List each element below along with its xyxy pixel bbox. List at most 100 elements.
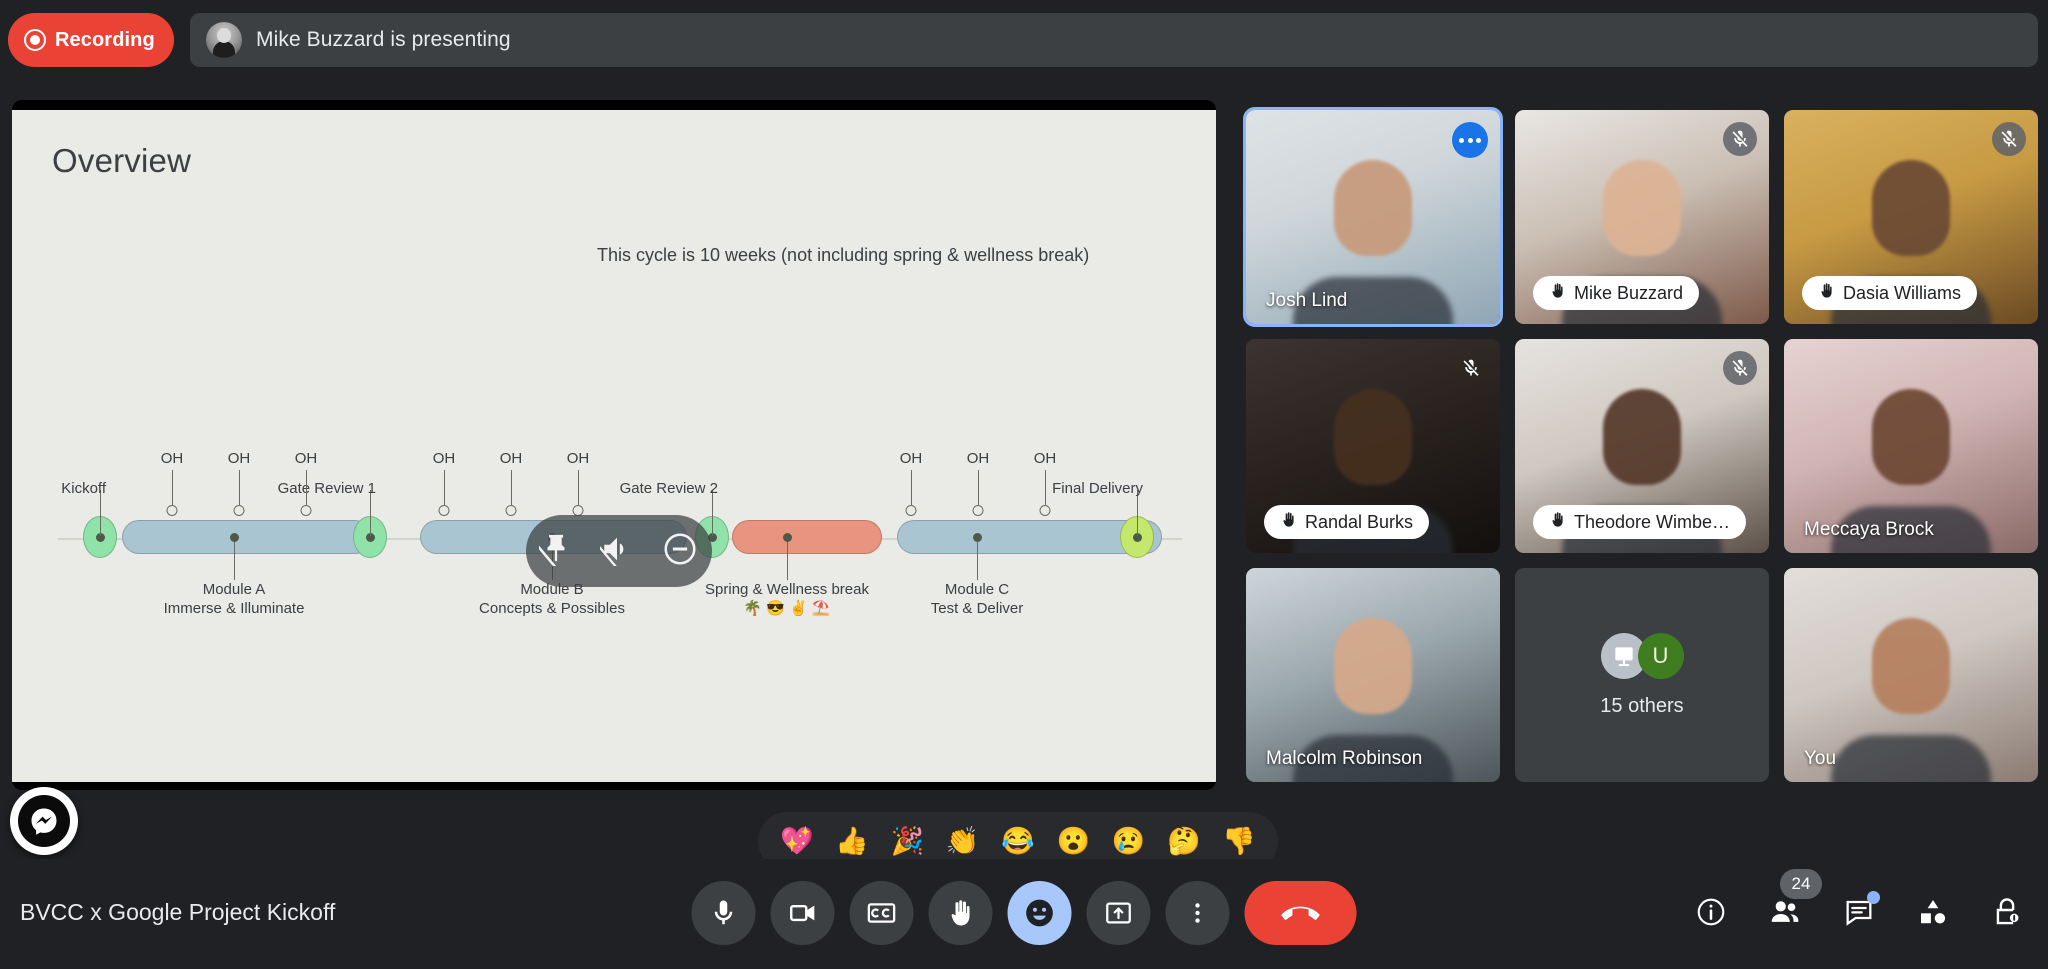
- thumbs-down-emoji[interactable]: 👎: [1222, 827, 1256, 855]
- participant-grid: Josh Lind Mike Buzzard Dasia Williams Randa…: [1243, 107, 2038, 782]
- microphone-button[interactable]: [691, 881, 756, 945]
- raised-hand-icon: [1818, 282, 1835, 304]
- meeting-details-button[interactable]: [1692, 893, 1730, 931]
- presenting-label: Mike Buzzard is presenting: [256, 28, 511, 51]
- presenting-banner[interactable]: Mike Buzzard is presenting: [190, 13, 2038, 67]
- participant-tile[interactable]: Malcolm Robinson: [1246, 568, 1500, 782]
- participant-name: Theodore Wimbe…: [1574, 511, 1731, 532]
- crying-emoji[interactable]: 😢: [1112, 827, 1146, 855]
- presentation-stage[interactable]: Overview This cycle is 10 weeks (not inc…: [12, 100, 1216, 790]
- office-hours-line: [239, 470, 240, 505]
- mic-off-icon: [1454, 351, 1488, 385]
- minimize-icon[interactable]: [661, 530, 699, 573]
- milestone-label: Gate Review 2: [619, 480, 718, 497]
- module-dot: [972, 533, 982, 542]
- participant-name-chip: Theodore Wimbe…: [1533, 505, 1747, 539]
- captions-button[interactable]: [849, 881, 914, 945]
- module-leader-line: [787, 538, 788, 580]
- module-dot: [229, 533, 239, 542]
- more-options-button[interactable]: [1165, 881, 1230, 945]
- bottom-right-icons: 24: [1692, 869, 2026, 931]
- office-hours-label: OH: [966, 450, 990, 467]
- office-hours-line: [578, 470, 579, 505]
- clapping-hands-emoji[interactable]: 👏: [946, 827, 980, 855]
- participant-name: Randal Burks: [1305, 511, 1414, 532]
- tile-more-options-icon[interactable]: [1452, 122, 1488, 158]
- milestone-label: Gate Review 1: [277, 480, 376, 497]
- pin-off-icon[interactable]: [531, 532, 573, 571]
- mic-off-icon: [1723, 351, 1757, 385]
- participant-tile[interactable]: U 15 others: [1515, 568, 1769, 782]
- sparkling-heart-emoji[interactable]: 💖: [780, 827, 814, 855]
- meeting-title: BVCC x Google Project Kickoff: [20, 899, 336, 925]
- office-hours-line: [511, 470, 512, 505]
- mic-off-icon: [1723, 122, 1757, 156]
- reactions-button[interactable]: [1007, 881, 1072, 945]
- messenger-icon: [18, 795, 70, 847]
- top-bar: Recording Mike Buzzard is presenting: [0, 0, 2048, 78]
- module-name: Module C: [944, 581, 1010, 598]
- people-button[interactable]: 24: [1766, 869, 1822, 931]
- presentation-overlay-controls[interactable]: [526, 515, 712, 587]
- camera-button[interactable]: [770, 881, 835, 945]
- office-hours-circle: [972, 505, 984, 516]
- participant-count-badge: 24: [1780, 869, 1822, 899]
- raise-hand-button[interactable]: [928, 881, 993, 945]
- office-hours-line: [911, 470, 912, 505]
- presenter-avatar: [206, 22, 242, 58]
- thumbs-up-emoji[interactable]: 👍: [835, 827, 869, 855]
- joy-emoji[interactable]: 😂: [1001, 827, 1035, 855]
- module-subtitle: Concepts & Possibles: [479, 600, 625, 617]
- participant-tile[interactable]: Dasia Williams: [1784, 110, 2038, 324]
- open-mouth-emoji[interactable]: 😮: [1056, 827, 1090, 855]
- office-hours-label: OH: [432, 450, 456, 467]
- participant-name-chip: Mike Buzzard: [1533, 276, 1700, 310]
- office-hours-label: OH: [1033, 450, 1057, 467]
- participant-name: Mike Buzzard: [1574, 282, 1684, 303]
- office-hours-line: [172, 470, 173, 505]
- participant-tile[interactable]: Mike Buzzard: [1515, 110, 1769, 324]
- others-count-label: 15 others: [1600, 694, 1684, 717]
- participant-tile[interactable]: Meccaya Brock: [1784, 339, 2038, 553]
- office-hours-line: [978, 470, 979, 505]
- module-label: Spring & Wellness break 🌴 😎 ✌️ ⛱️: [705, 580, 869, 618]
- mic-off-icon: [1992, 122, 2026, 156]
- volume-off-icon[interactable]: [591, 532, 634, 571]
- office-hours-circle: [505, 505, 517, 516]
- office-hours-line: [306, 470, 307, 505]
- present-now-button[interactable]: [1086, 881, 1151, 945]
- participant-tile[interactable]: Theodore Wimbe…: [1515, 339, 1769, 553]
- participant-name-chip: Randal Burks: [1264, 505, 1430, 539]
- module-name: Spring & Wellness break: [705, 581, 869, 598]
- office-hours-circle: [300, 505, 312, 516]
- module-subtitle: 🌴 😎 ✌️ ⛱️: [743, 600, 831, 617]
- host-controls-button[interactable]: [1988, 893, 2026, 931]
- participant-tile[interactable]: Josh Lind: [1243, 107, 1503, 327]
- party-popper-emoji[interactable]: 🎉: [891, 827, 925, 855]
- module-label: Module C Test & Deliver: [931, 580, 1024, 618]
- participant-name: You: [1804, 748, 1837, 769]
- office-hours-label: OH: [499, 450, 523, 467]
- participant-name: Josh Lind: [1266, 290, 1348, 311]
- recording-indicator[interactable]: Recording: [8, 13, 174, 67]
- messenger-chat-head[interactable]: [10, 787, 78, 855]
- module-subtitle: Test & Deliver: [930, 600, 1024, 617]
- participant-tile[interactable]: You: [1784, 568, 2038, 782]
- timeline-segment: [122, 520, 372, 554]
- module-leader-line: [234, 538, 235, 580]
- office-hours-circle: [1039, 505, 1051, 516]
- leave-call-button[interactable]: [1244, 881, 1357, 945]
- chat-button[interactable]: [1840, 891, 1880, 931]
- participant-name: Meccaya Brock: [1804, 519, 1934, 540]
- module-subtitle: Immerse & Illuminate: [163, 600, 305, 617]
- record-dot-icon: [24, 29, 46, 51]
- activities-button[interactable]: [1914, 893, 1952, 931]
- avatar-initial: U: [1637, 632, 1684, 679]
- thinking-emoji[interactable]: 🤔: [1167, 827, 1201, 855]
- google-meet-window: Recording Mike Buzzard is presenting Ove…: [0, 0, 2048, 969]
- others-avatars: U: [1600, 632, 1684, 679]
- recording-label: Recording: [55, 28, 155, 51]
- module-leader-line: [977, 538, 978, 580]
- participant-tile[interactable]: Randal Burks: [1246, 339, 1500, 553]
- raised-hand-icon: [1549, 282, 1566, 304]
